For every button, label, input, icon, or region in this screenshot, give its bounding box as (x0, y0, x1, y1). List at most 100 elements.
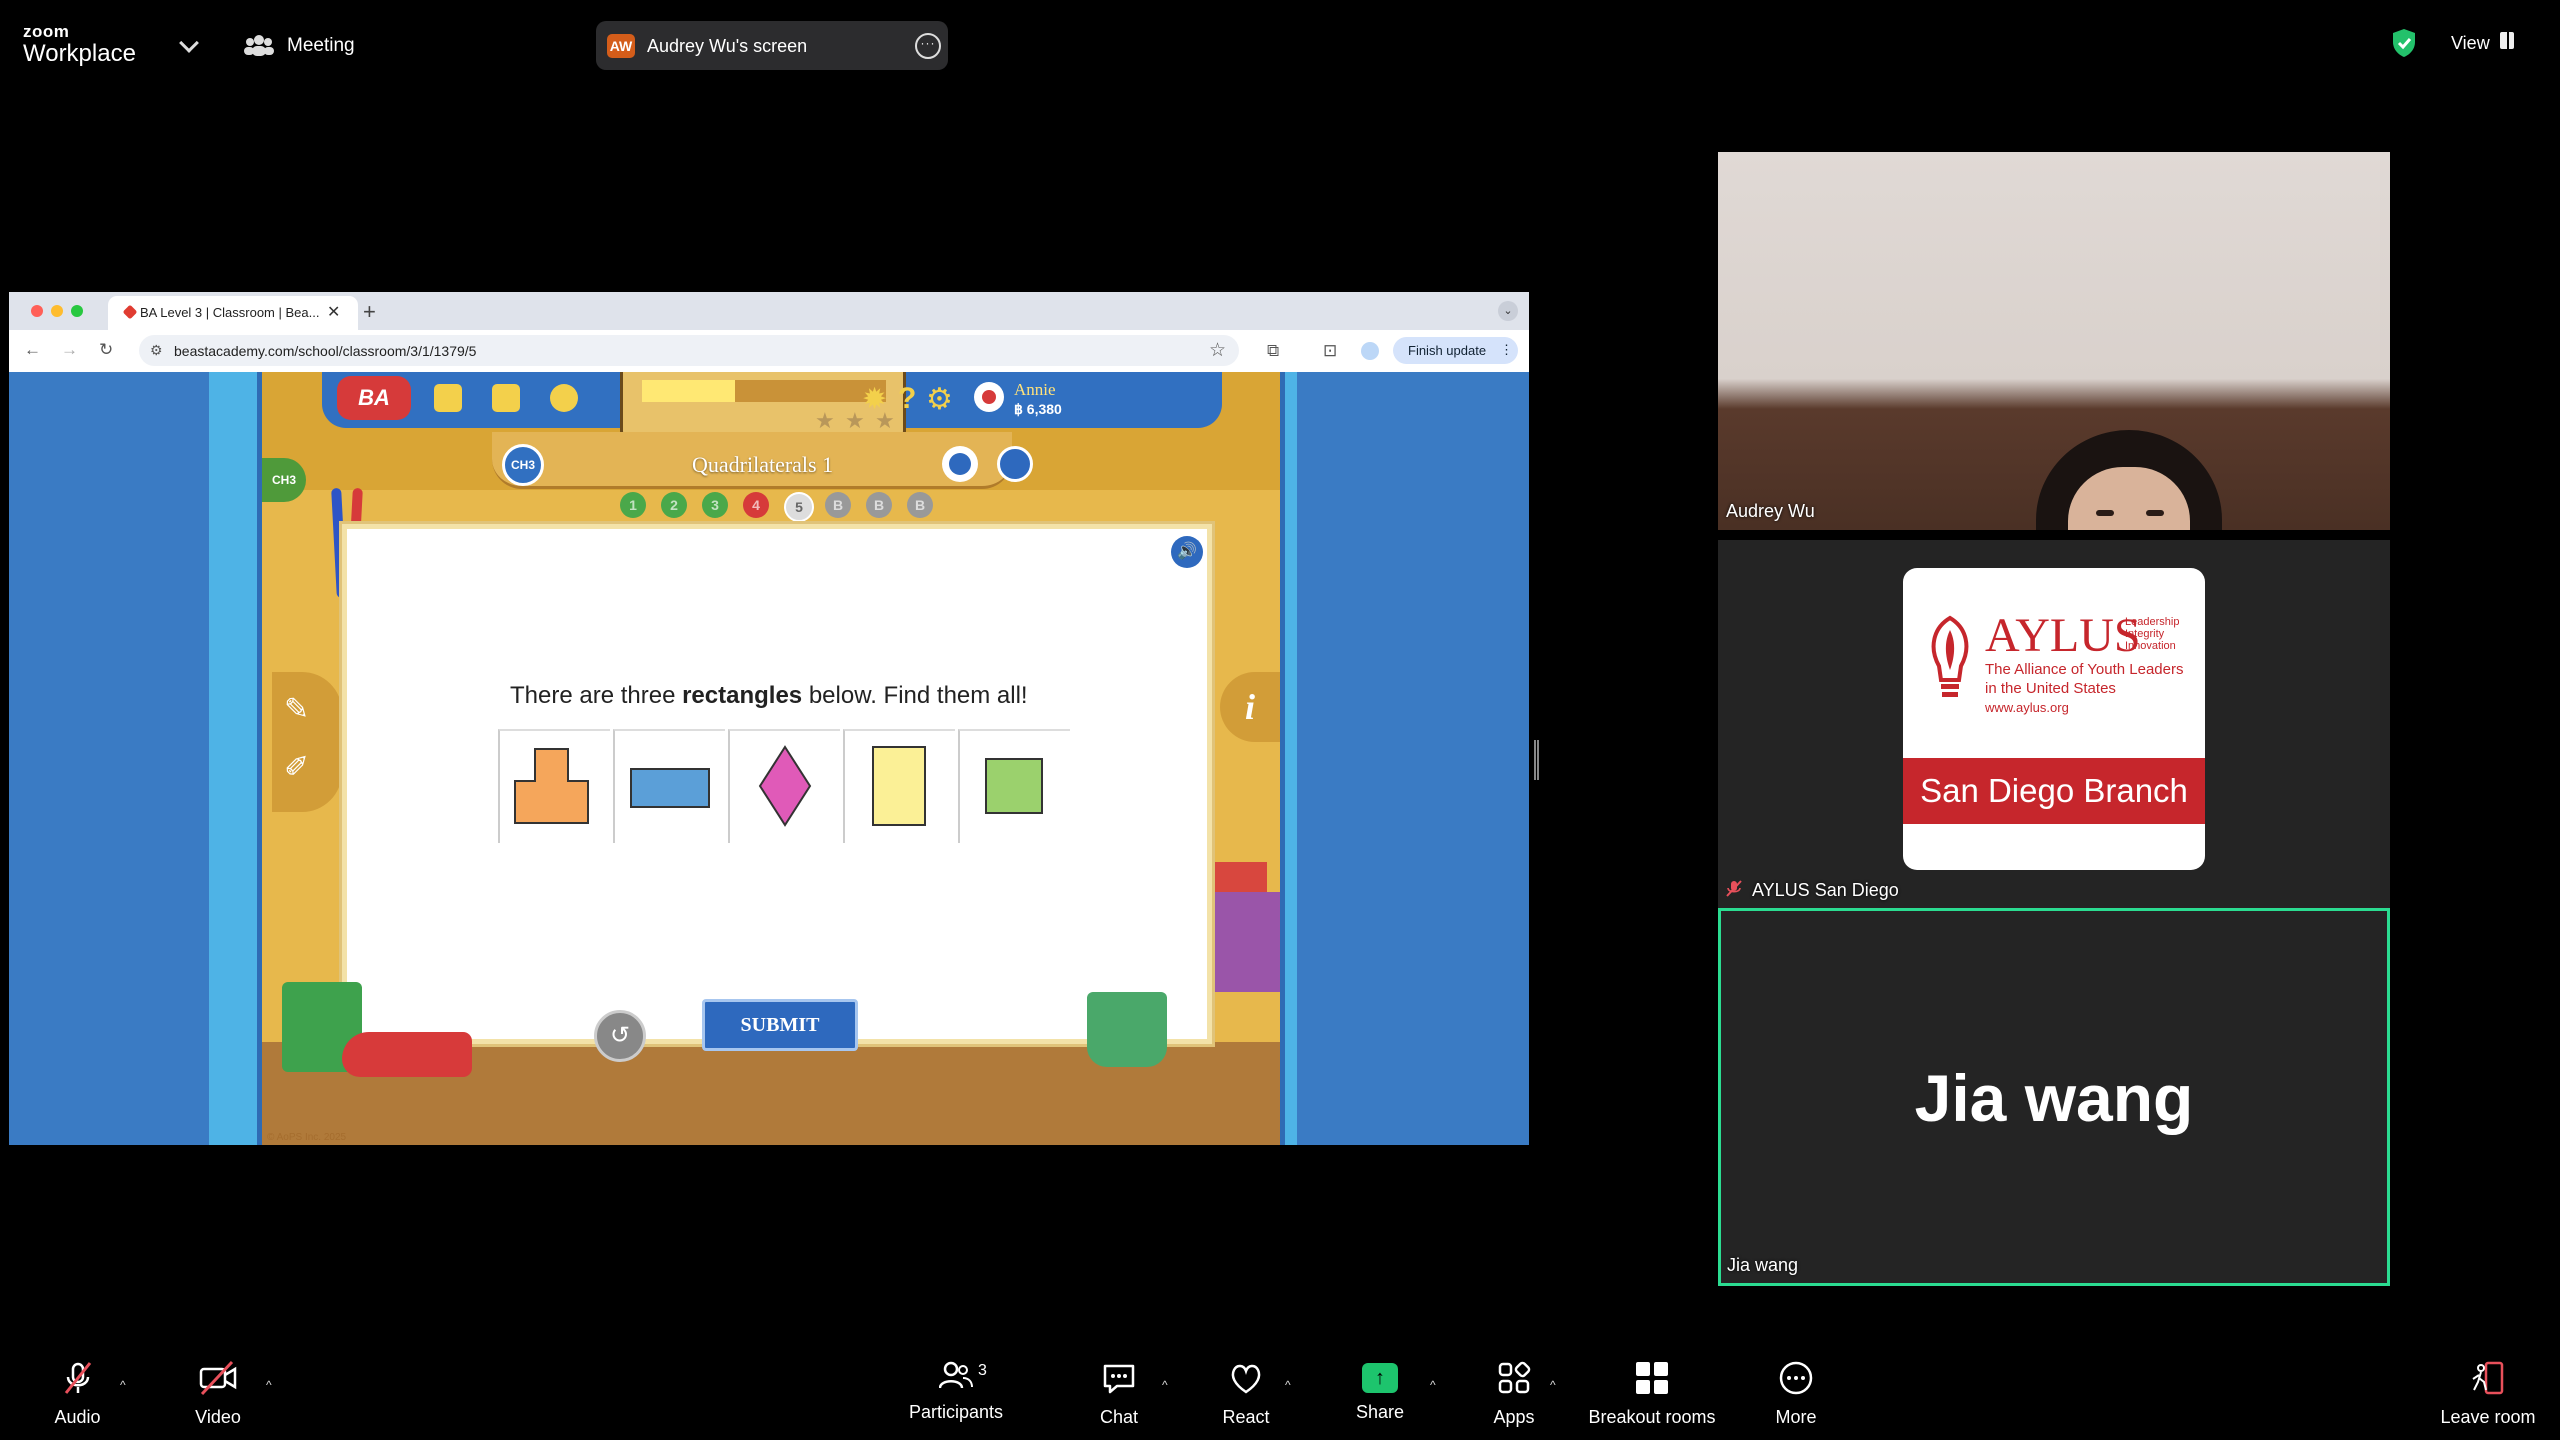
participants-icon (938, 1361, 973, 1389)
participant-display-name: Jia wang (1914, 1061, 2194, 1135)
more-dots-icon (1779, 1361, 1813, 1395)
reset-icon[interactable]: ↺ (594, 1010, 646, 1062)
apps-label: Apps (1493, 1407, 1535, 1427)
rectangle-shape (872, 746, 926, 826)
react-caret-icon[interactable]: ^ (1285, 1378, 1291, 1392)
tab-search-chevron-icon[interactable]: ⌄ (1498, 301, 1518, 321)
apps-caret-icon[interactable]: ^ (1550, 1378, 1556, 1392)
stapler-decoration (342, 1032, 472, 1077)
meeting-label[interactable]: Meeting (287, 35, 355, 57)
breakout-rooms-button[interactable]: Breakout rooms (1572, 1360, 1732, 1428)
new-tab-icon[interactable]: + (363, 299, 376, 325)
tab-capture-icon[interactable]: ⊡ (1323, 341, 1337, 361)
guide-book-icon[interactable] (492, 384, 520, 412)
mug-decoration (1087, 992, 1167, 1067)
participant-name-label: Jia wang (1727, 1255, 1799, 1275)
eraser-icon[interactable]: ✐ (284, 750, 309, 785)
settings-gear-icon[interactable]: ⚙ (926, 382, 953, 417)
split-resize-handle[interactable] (1534, 740, 1539, 780)
home-icon[interactable] (434, 384, 462, 412)
audio-label: Audio (54, 1407, 101, 1427)
apps-button[interactable]: Apps (1434, 1360, 1594, 1428)
right-blue-panel (1297, 372, 1529, 1145)
view-layout-icon[interactable] (2500, 32, 2514, 49)
t-shape-shape (514, 748, 589, 824)
participants-count: 3 (978, 1362, 987, 1379)
close-tab-icon[interactable]: ✕ (327, 302, 340, 322)
minimize-window-icon[interactable] (51, 305, 63, 317)
shape-choice-t-shape[interactable] (498, 729, 610, 843)
lesson-book-icon[interactable] (997, 446, 1033, 482)
user-name[interactable]: Annie (1014, 380, 1056, 400)
video-tile-audrey[interactable]: Audrey Wu (1718, 152, 2390, 530)
play-video-icon[interactable] (942, 446, 978, 482)
aylus-title: AYLUS (1985, 609, 2141, 662)
eye (2146, 510, 2164, 516)
bookmark-star-icon[interactable]: ☆ (1209, 339, 1226, 362)
participant-name-label: Audrey Wu (1726, 501, 1815, 521)
apps-icon (1498, 1361, 1531, 1394)
more-options-icon[interactable]: ··· (915, 33, 941, 59)
browser-menu-icon[interactable]: ⋮ (1500, 342, 1513, 358)
submit-button[interactable]: SUBMIT (702, 999, 858, 1051)
top-bar (0, 0, 2560, 78)
shared-browser-window: BA Level 3 | Classroom | Bea... ✕ + ⌄ ← … (9, 292, 1529, 1145)
info-button[interactable]: i (1220, 672, 1280, 742)
question-dot-current[interactable]: 5 (784, 492, 814, 522)
pencil-icon[interactable]: ✎ (284, 692, 309, 727)
audio-button[interactable]: Audio (0, 1360, 155, 1428)
maximize-window-icon[interactable] (71, 305, 83, 317)
share-screen-icon: ↑ (1362, 1363, 1398, 1393)
question-dot-locked[interactable]: B (825, 492, 851, 518)
video-off-icon (199, 1360, 237, 1396)
rating-star-icon: ★ (815, 408, 835, 433)
beast-academy-logo[interactable]: BA (337, 376, 411, 420)
profile-avatar[interactable] (1361, 342, 1379, 360)
more-button[interactable]: More (1716, 1360, 1876, 1428)
leave-room-button[interactable]: Leave room (2408, 1360, 2560, 1428)
achievements-icon[interactable]: ✹ (862, 382, 887, 417)
participants-button[interactable]: 3 Participants (876, 1360, 1036, 1423)
more-label: More (1775, 1407, 1817, 1427)
video-button[interactable]: Video (138, 1360, 298, 1428)
sharer-screen-label: Audrey Wu's screen (647, 36, 808, 56)
chapter-side-tab[interactable]: CH3 (262, 458, 306, 502)
extensions-puzzle-icon[interactable]: ⧉ (1267, 341, 1279, 361)
question-dot-locked[interactable]: B (907, 492, 933, 518)
rhombus-shape (758, 745, 812, 827)
back-arrow-icon[interactable]: ← (24, 340, 41, 360)
address-bar-url[interactable]: beastacademy.com/school/classroom/3/1/13… (174, 343, 476, 359)
aylus-tagline: Leadership Integrity Innovation (2125, 616, 2180, 652)
zoom-logo-small: zoom (23, 22, 70, 41)
audio-caret-icon[interactable]: ^ (120, 1378, 126, 1392)
shape-choice-square[interactable] (958, 729, 1070, 843)
question-dot-correct[interactable]: 3 (702, 492, 728, 518)
help-icon[interactable]: ? (898, 382, 916, 416)
question-dot-locked[interactable]: B (866, 492, 892, 518)
question-dot-correct[interactable]: 2 (661, 492, 687, 518)
site-info-icon[interactable]: ⚙ (150, 342, 163, 359)
shape-choice-rhombus[interactable] (728, 729, 840, 843)
lesson-title: Quadrilaterals 1 (692, 452, 834, 477)
shape-choice-rectangle[interactable] (613, 729, 725, 843)
chapter-badge[interactable]: CH3 (502, 444, 544, 486)
reload-icon[interactable]: ↻ (99, 340, 113, 360)
rectangle-shape (630, 768, 710, 808)
shape-choice-rectangle[interactable] (843, 729, 955, 843)
video-caret-icon[interactable]: ^ (266, 1378, 272, 1392)
forward-arrow-icon[interactable]: → (61, 340, 78, 360)
close-window-icon[interactable] (31, 305, 43, 317)
read-aloud-speaker-icon[interactable]: 🔊 (1171, 536, 1203, 568)
lightbulb-logo-icon (1931, 615, 1969, 697)
video-camera-icon[interactable] (550, 384, 578, 412)
copyright-text: © AoPS Inc. 2025 (267, 1132, 347, 1143)
chat-bubble-icon (1103, 1364, 1135, 1394)
user-avatar[interactable] (974, 382, 1004, 412)
aylus-website: www.aylus.org (1985, 700, 2069, 715)
question-dot-correct[interactable]: 1 (620, 492, 646, 518)
security-shield-icon[interactable] (2391, 28, 2417, 58)
view-menu-label[interactable]: View (2451, 33, 2490, 54)
react-heart-icon (1231, 1364, 1261, 1394)
participant-name-label: AYLUS San Diego (1752, 880, 1899, 900)
question-dot-wrong[interactable]: 4 (743, 492, 769, 518)
